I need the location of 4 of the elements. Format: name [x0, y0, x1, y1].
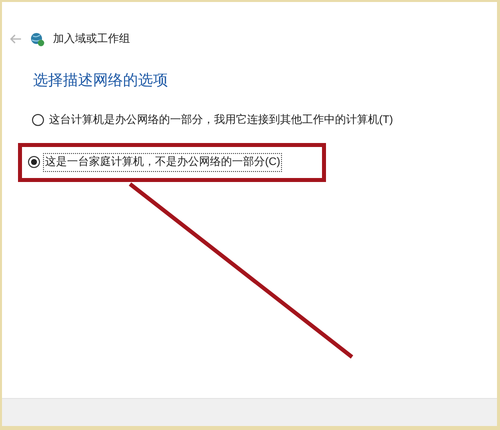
- option-label[interactable]: 这是一台家庭计算机，不是办公网络的一部分(C): [43, 153, 282, 172]
- section-heading: 选择描述网络的选项: [33, 71, 168, 91]
- option-label[interactable]: 这台计算机是办公网络的一部分，我用它连接到其他工作中的计算机(T): [47, 110, 396, 129]
- window-title: 加入域或工作组: [53, 32, 130, 47]
